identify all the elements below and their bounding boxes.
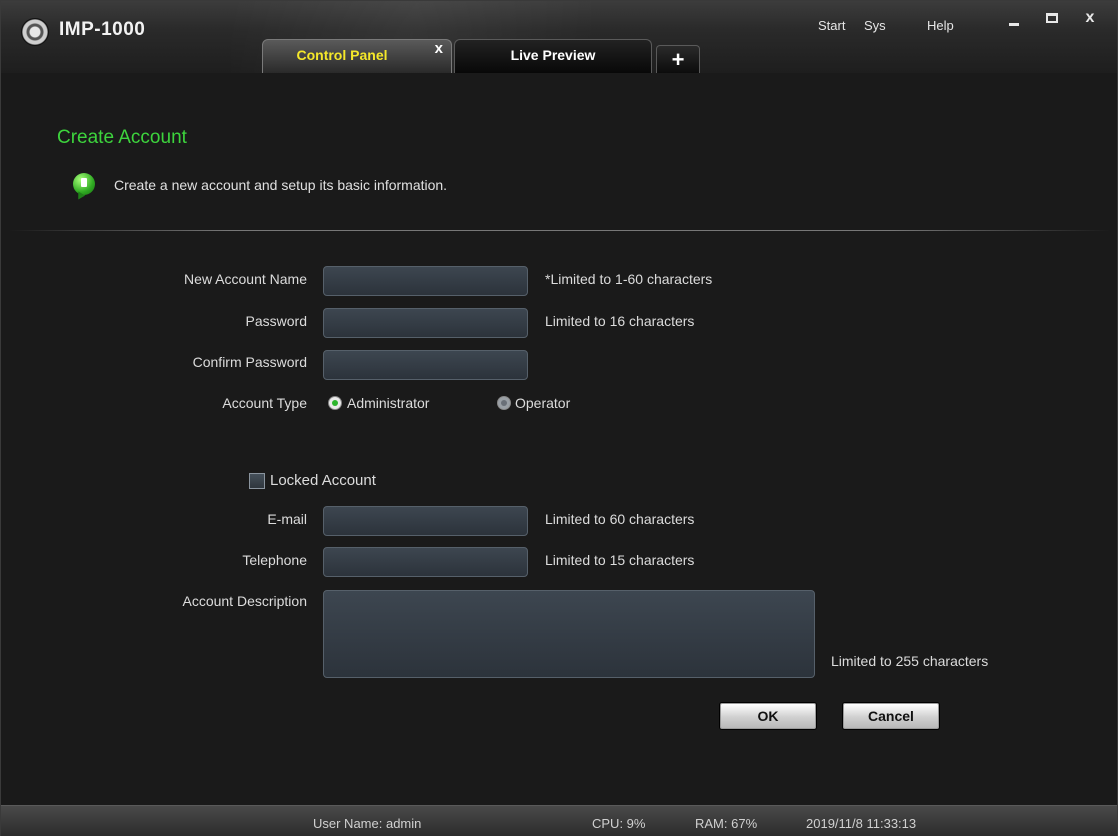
tab-live-preview[interactable]: Live Preview bbox=[454, 39, 652, 73]
email-field[interactable] bbox=[323, 506, 528, 536]
minimize-icon[interactable] bbox=[997, 7, 1031, 31]
description-label: Account Description bbox=[182, 593, 307, 609]
locked-account-checkbox[interactable] bbox=[249, 473, 265, 489]
tab-live-preview-label: Live Preview bbox=[510, 47, 596, 63]
page-description: Create a new account and setup its basic… bbox=[114, 177, 448, 193]
divider bbox=[9, 230, 1111, 231]
password-label: Password bbox=[245, 313, 307, 329]
account-type-label: Account Type bbox=[222, 395, 307, 411]
app-title: IMP-1000 bbox=[59, 19, 146, 40]
title-bar: IMP-1000 Control Panel x Live Preview + … bbox=[1, 1, 1117, 73]
camera-lens-icon bbox=[21, 18, 49, 46]
description-hint: Limited to 255 characters bbox=[831, 653, 989, 669]
status-cpu: CPU: 9% bbox=[592, 816, 646, 831]
page-title: Create Account bbox=[57, 127, 187, 148]
status-datetime: 2019/11/8 11:33:13 bbox=[806, 816, 917, 831]
cancel-button[interactable]: Cancel bbox=[843, 703, 939, 729]
confirm-password-input[interactable] bbox=[323, 350, 528, 380]
telephone-label: Telephone bbox=[242, 552, 307, 568]
create-account-panel: Create Account Create a new account and … bbox=[9, 73, 1111, 801]
password-input[interactable] bbox=[323, 308, 528, 338]
maximize-icon[interactable] bbox=[1035, 7, 1069, 31]
description-textarea[interactable] bbox=[323, 590, 815, 678]
email-hint: Limited to 60 characters bbox=[545, 511, 695, 527]
status-user: User Name: admin bbox=[313, 816, 422, 831]
password-hint: Limited to 16 characters bbox=[545, 313, 695, 329]
close-icon[interactable]: x bbox=[1073, 7, 1107, 31]
info-bubble-icon bbox=[73, 173, 95, 195]
add-tab-button[interactable]: + bbox=[656, 45, 700, 73]
status-bar: User Name: admin CPU: 9% RAM: 67% 2019/1… bbox=[1, 805, 1117, 836]
app-window: IMP-1000 Control Panel x Live Preview + … bbox=[0, 0, 1118, 836]
account-name-input[interactable] bbox=[323, 266, 528, 296]
menu-start[interactable]: Start bbox=[818, 18, 845, 33]
radio-operator-label: Operator bbox=[515, 395, 571, 411]
account-name-hint: *Limited to 1-60 characters bbox=[545, 271, 713, 287]
confirm-password-label: Confirm Password bbox=[192, 354, 307, 370]
radio-operator[interactable] bbox=[497, 396, 511, 410]
radio-administrator[interactable] bbox=[328, 396, 342, 410]
tab-control-panel[interactable]: Control Panel x bbox=[262, 39, 452, 73]
locked-account-label: Locked Account bbox=[270, 472, 376, 489]
status-ram: RAM: 67% bbox=[695, 816, 758, 831]
telephone-hint: Limited to 15 characters bbox=[545, 552, 695, 568]
close-tab-icon[interactable]: x bbox=[435, 34, 443, 64]
tab-control-panel-label: Control Panel bbox=[296, 47, 388, 63]
telephone-field[interactable] bbox=[323, 547, 528, 577]
ok-button[interactable]: OK bbox=[720, 703, 816, 729]
email-label: E-mail bbox=[267, 511, 307, 527]
account-name-label: New Account Name bbox=[184, 271, 307, 287]
menu-sys[interactable]: Sys bbox=[864, 18, 886, 33]
menu-help[interactable]: Help bbox=[927, 18, 954, 33]
radio-administrator-label: Administrator bbox=[347, 395, 430, 411]
